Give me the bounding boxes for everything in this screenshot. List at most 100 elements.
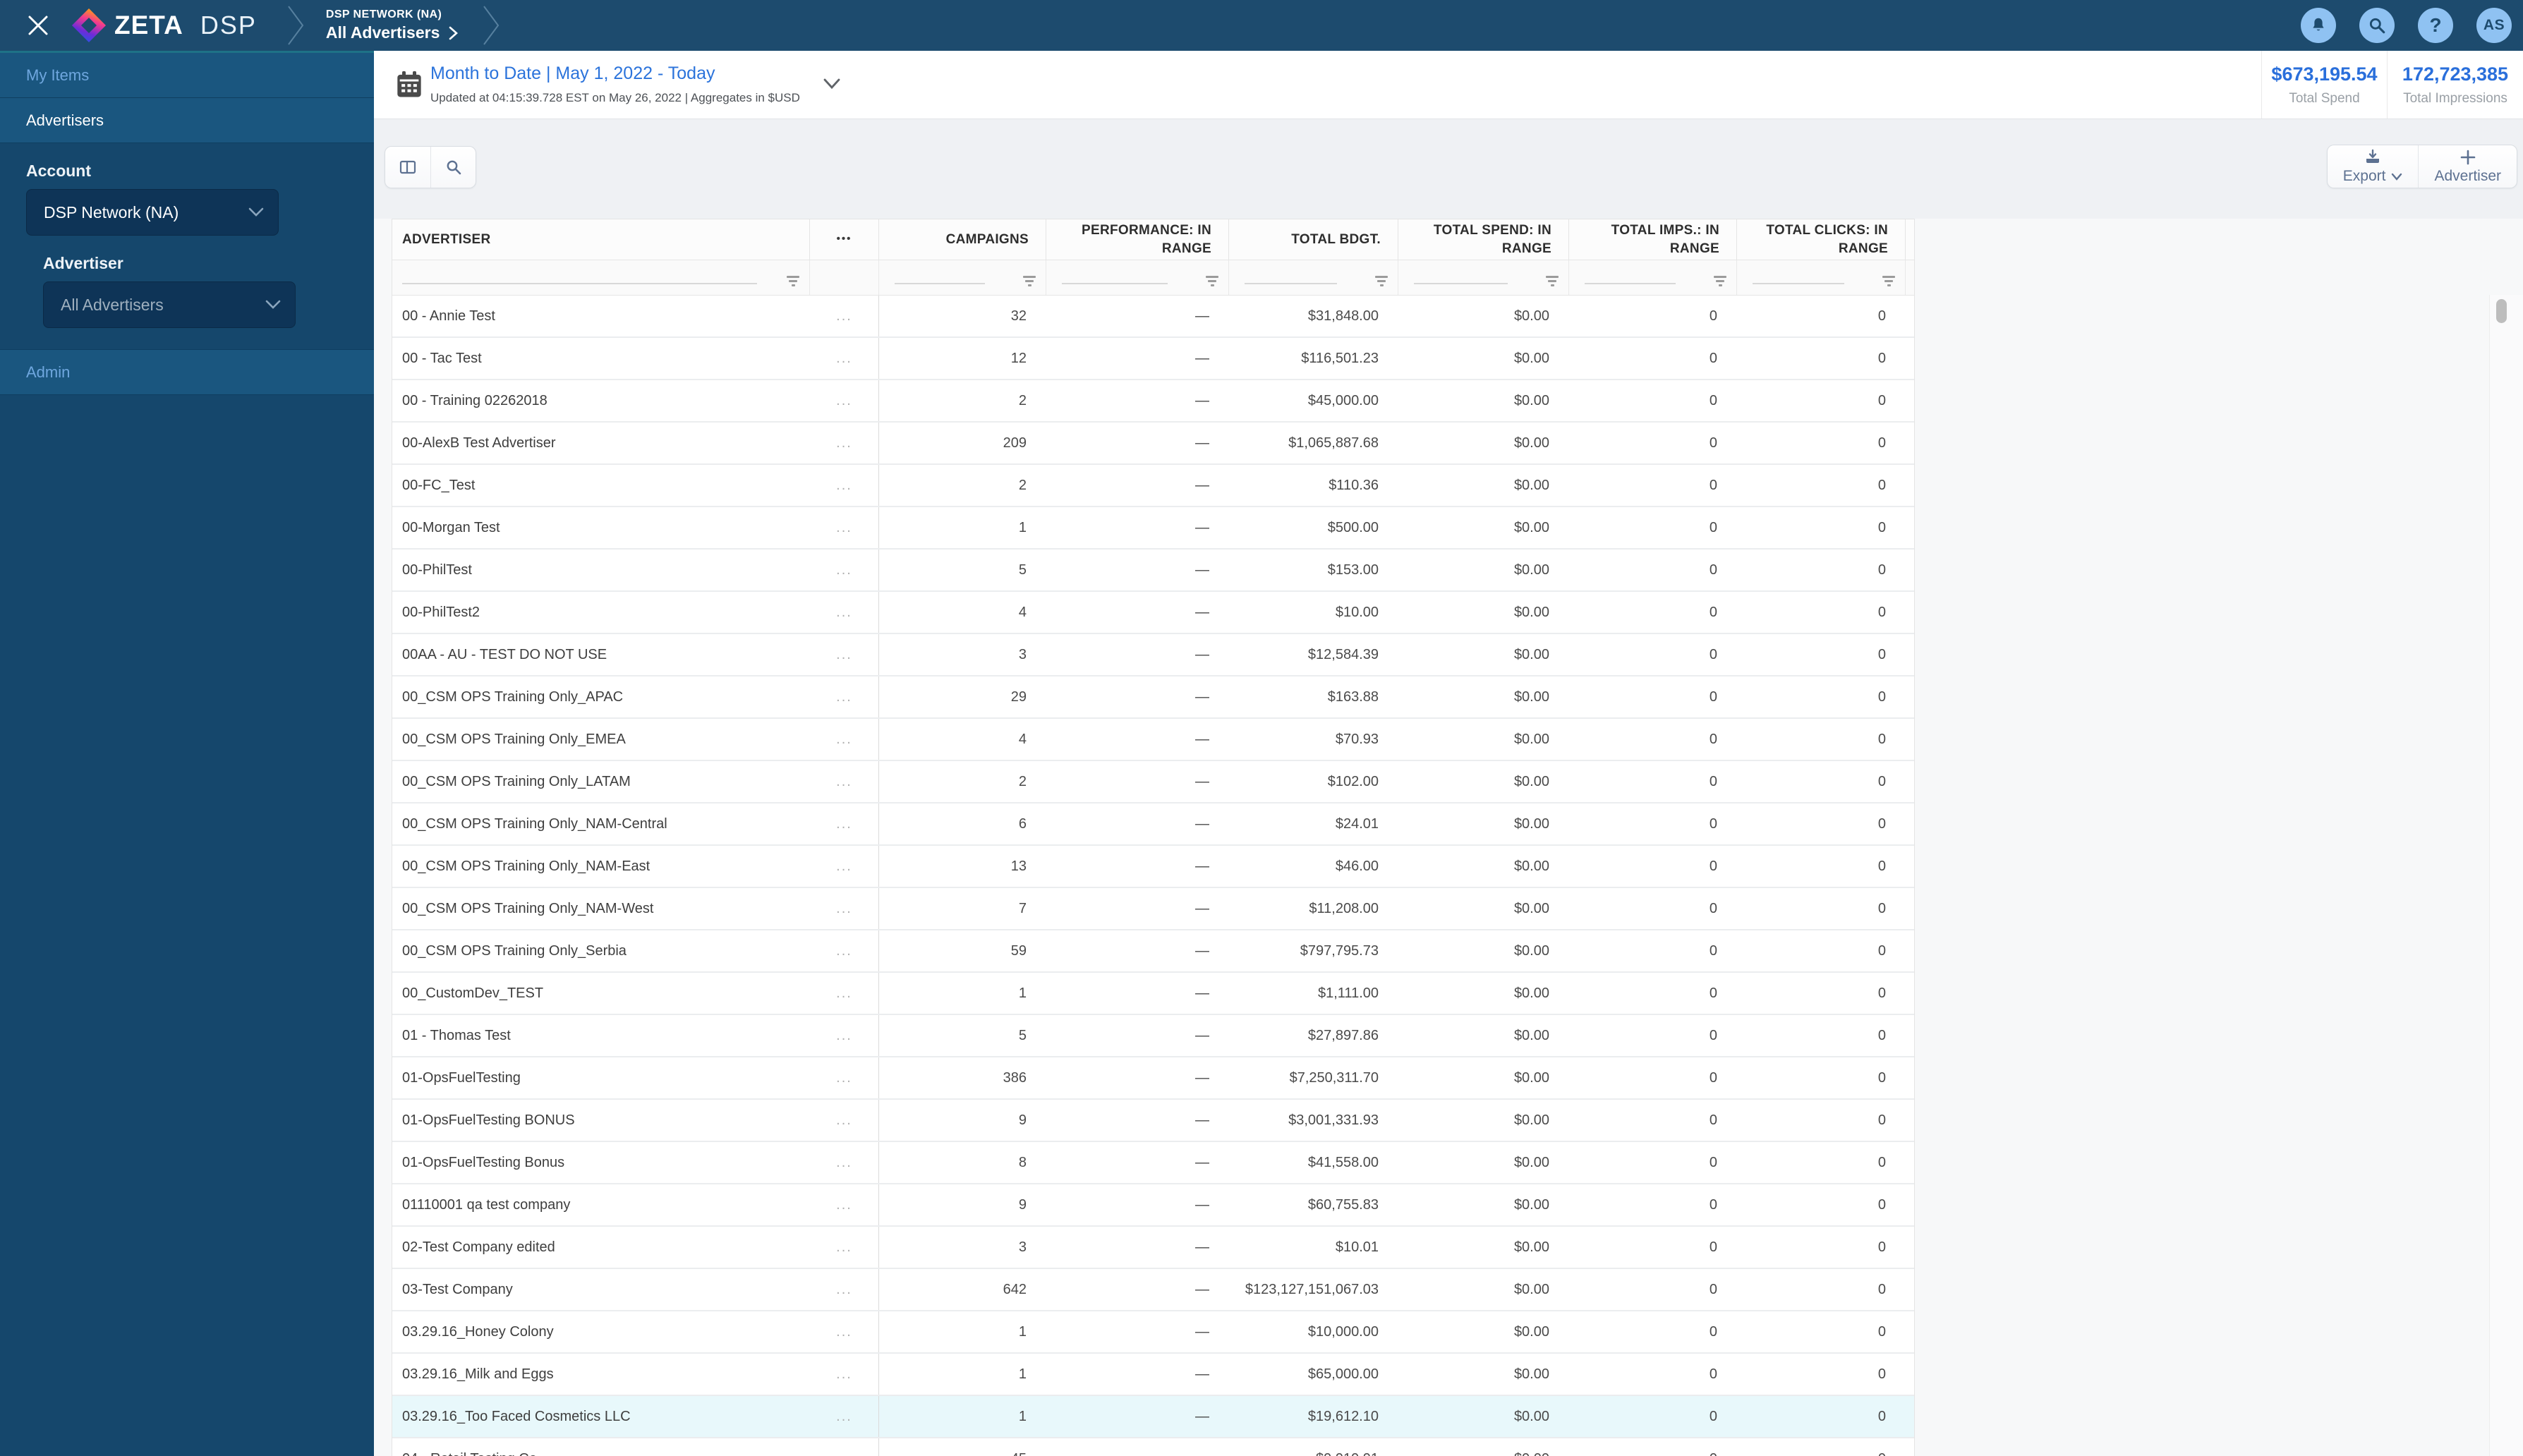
column-header-total_spend[interactable]: TOTAL SPEND: IN RANGE [1398,219,1569,260]
advertiser-cell[interactable]: 00_CSM OPS Training Only_NAM-East [392,846,810,887]
row-actions-ellipsis[interactable]: ... [810,634,879,675]
table-row[interactable]: 03.29.16_Too Faced Cosmetics LLC... 1 — $19… [392,1396,1914,1438]
row-actions-ellipsis[interactable]: ... [810,846,879,887]
filter-input-total_clicks[interactable] [1753,283,1844,284]
row-actions-ellipsis[interactable]: ... [810,1100,879,1141]
filter-icon[interactable] [1023,276,1036,286]
filter-input-advertiser[interactable] [402,283,757,284]
row-actions-ellipsis[interactable]: ... [810,296,879,336]
row-actions-ellipsis[interactable]: ... [810,1396,879,1437]
table-row[interactable]: 00_CSM OPS Training Only_Serbia... 59 — $79… [392,930,1914,973]
row-actions-ellipsis[interactable]: ... [810,550,879,590]
advertiser-cell[interactable]: 01 - Thomas Test [392,1015,810,1056]
filter-icon[interactable] [1882,276,1895,286]
column-header-total_imps[interactable]: TOTAL IMPS.: IN RANGE [1569,219,1737,260]
filter-cell-total_imps[interactable] [1569,260,1737,295]
table-row[interactable]: 00_CustomDev_TEST... 1 — $1,111.00 $0.00 0 0 [392,973,1914,1015]
chevron-right-icon[interactable] [448,26,459,40]
table-row[interactable]: 01 - Thomas Test... 5 — $27,897.86 $0.00 0 0 [392,1015,1914,1057]
advertiser-cell[interactable]: 03.29.16_Milk and Eggs [392,1354,810,1395]
advertiser-cell[interactable]: 03.29.16_Honey Colony [392,1311,810,1352]
advertiser-cell[interactable]: 00-Morgan Test [392,507,810,548]
advertiser-cell[interactable]: 00 - Tac Test [392,338,810,379]
table-row[interactable]: 02-Test Company edited... 3 — $10.01 $0.00 0 0 [392,1227,1914,1269]
table-row[interactable]: 01110001 qa test company... 9 — $60,755.83 $… [392,1184,1914,1227]
table-row[interactable]: 00_CSM OPS Training Only_APAC... 29 — $163.… [392,677,1914,719]
sidebar-item-advertisers[interactable]: Advertisers [0,98,374,143]
table-row[interactable]: 00 - Annie Test... 32 — $31,848.00 $0.00 0 0 [392,296,1914,338]
filter-input-campaigns[interactable] [895,283,985,284]
row-actions-ellipsis[interactable]: ... [810,1057,879,1098]
advertiser-cell[interactable]: 00_CSM OPS Training Only_APAC [392,677,810,717]
filter-icon[interactable] [1714,276,1726,286]
date-range-picker[interactable]: Month to Date | May 1, 2022 - Today Upda… [430,63,800,105]
help-button[interactable]: ? [2418,8,2453,43]
advertiser-select[interactable]: All Advertisers [43,281,296,328]
advertiser-cell[interactable]: 04 - Retail Testing Co [392,1438,810,1456]
column-header-total_budget[interactable]: TOTAL BDGT. [1229,219,1398,260]
advertiser-cell[interactable]: 01-OpsFuelTesting [392,1057,810,1098]
advertiser-cell[interactable]: 00 - Annie Test [392,296,810,336]
table-row[interactable]: 00AA - AU - TEST DO NOT USE... 3 — $12,584.… [392,634,1914,677]
advertiser-cell[interactable]: 00-FC_Test [392,465,810,506]
row-actions-ellipsis[interactable]: ... [810,930,879,971]
row-actions-ellipsis[interactable]: ... [810,592,879,633]
zeta-logo-icon[interactable] [71,7,107,44]
advertiser-cell[interactable]: 00-PhilTest [392,550,810,590]
chevron-down-icon[interactable] [823,78,841,90]
row-actions-ellipsis[interactable]: ... [810,1142,879,1183]
advertiser-cell[interactable]: 00_CSM OPS Training Only_NAM-West [392,888,810,929]
advertiser-cell[interactable]: 00-PhilTest2 [392,592,810,633]
column-header-performance[interactable]: PERFORMANCE: IN RANGE [1046,219,1229,260]
table-search-button[interactable] [430,147,476,188]
row-actions-ellipsis[interactable]: ... [810,338,879,379]
table-row[interactable]: 00_CSM OPS Training Only_LATAM... 2 — $102.… [392,761,1914,803]
vertical-scrollbar[interactable] [2489,295,2523,1456]
column-header-advertiser[interactable]: ADVERTISER [392,219,810,260]
row-actions-ellipsis[interactable]: ... [810,719,879,760]
table-row[interactable]: 01-OpsFuelTesting Bonus... 8 — $41,558.00 $0… [392,1142,1914,1184]
add-advertiser-button[interactable]: Advertiser [2418,145,2517,188]
close-icon[interactable] [27,14,49,37]
advertiser-cell[interactable]: 00_CSM OPS Training Only_EMEA [392,719,810,760]
advertiser-cell[interactable]: 00_CSM OPS Training Only_Serbia [392,930,810,971]
filter-input-total_spend[interactable] [1414,283,1508,284]
global-search-button[interactable] [2359,8,2395,43]
filter-icon[interactable] [787,276,799,286]
row-actions-ellipsis[interactable]: ... [810,507,879,548]
advertiser-cell[interactable]: 00 - Training 02262018 [392,380,810,421]
breadcrumb-page[interactable]: All Advertisers [326,23,440,42]
row-actions-ellipsis[interactable]: ... [810,1015,879,1056]
table-row[interactable]: 03.29.16_Milk and Eggs... 1 — $65,000.00 $0.… [392,1354,1914,1396]
advertiser-cell[interactable]: 03.29.16_Too Faced Cosmetics LLC [392,1396,810,1437]
advertiser-cell[interactable]: 01-OpsFuelTesting Bonus [392,1142,810,1183]
table-row[interactable]: 00_CSM OPS Training Only_EMEA... 4 — $70.93… [392,719,1914,761]
row-actions-ellipsis[interactable]: ... [810,1269,879,1310]
scrollbar-thumb[interactable] [2496,299,2507,323]
filter-input-total_imps[interactable] [1585,283,1676,284]
table-row[interactable]: 00-FC_Test... 2 — $110.36 $0.00 0 0 [392,465,1914,507]
row-actions-ellipsis[interactable]: ... [810,677,879,717]
table-row[interactable]: 00 - Tac Test... 12 — $116,501.23 $0.00 0 0 [392,338,1914,380]
advertiser-cell[interactable]: 03-Test Company [392,1269,810,1310]
row-actions-ellipsis[interactable]: ... [810,1438,879,1456]
table-row[interactable]: 00_CSM OPS Training Only_NAM-Central... 6… [392,803,1914,846]
column-header-total_clicks[interactable]: TOTAL CLICKS: IN RANGE [1737,219,1906,260]
table-row[interactable]: 04 - Retail Testing Co...45—$9,919.91$0.… [392,1438,1914,1456]
filter-cell-campaigns[interactable] [879,260,1046,295]
filter-input-total_budget[interactable] [1245,283,1337,284]
advertiser-cell[interactable]: 00_CSM OPS Training Only_NAM-Central [392,803,810,844]
account-select[interactable]: DSP Network (NA) [26,189,279,236]
row-actions-ellipsis[interactable]: ... [810,465,879,506]
advertiser-cell[interactable]: 02-Test Company edited [392,1227,810,1268]
columns-button[interactable] [385,147,430,188]
table-row[interactable]: 00 - Training 02262018... 2 — $45,000.00 $0.… [392,380,1914,423]
calendar-icon[interactable] [395,70,423,99]
filter-icon[interactable] [1546,276,1559,286]
sidebar-item-admin[interactable]: Admin [0,350,374,395]
avatar[interactable]: AS [2476,8,2512,43]
row-actions-ellipsis[interactable]: ... [810,761,879,802]
row-actions-ellipsis[interactable]: ... [810,1184,879,1225]
advertiser-cell[interactable]: 00_CustomDev_TEST [392,973,810,1014]
table-row[interactable]: 00-AlexB Test Advertiser... 209 — $1,065,88… [392,423,1914,465]
